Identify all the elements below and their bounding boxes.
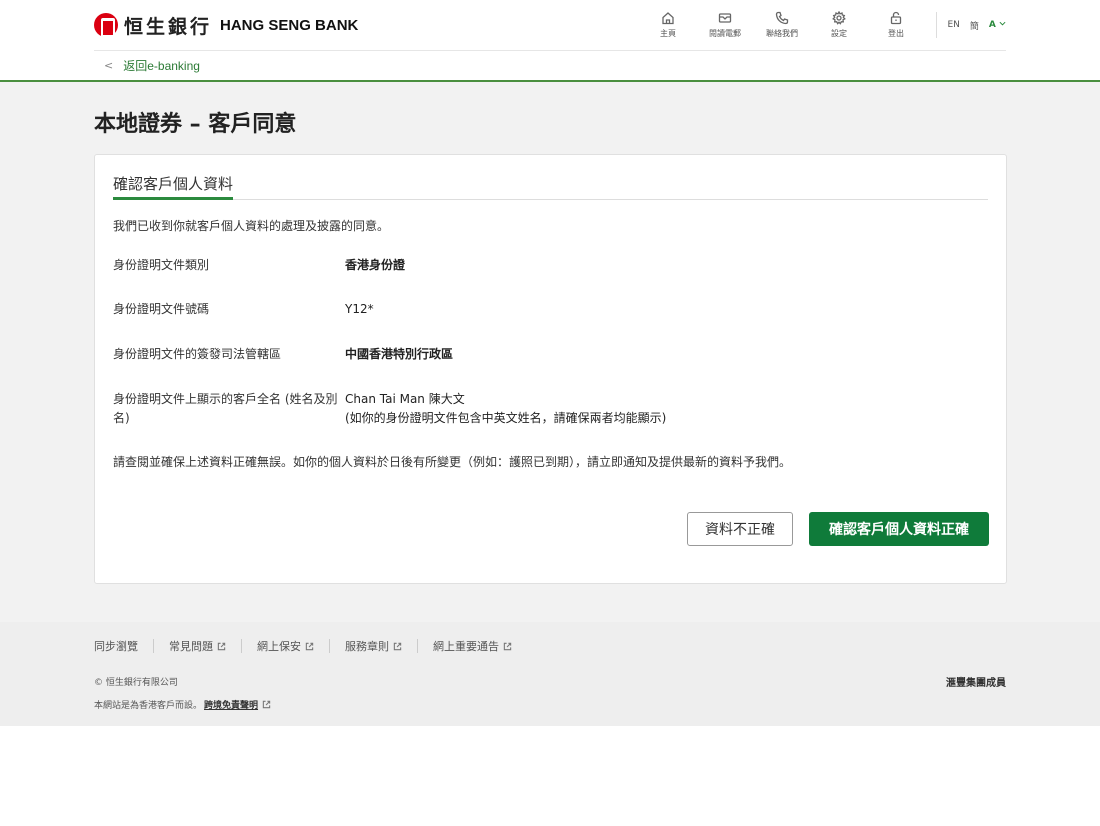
site-footer: 同步瀏覽 常見問題 網上保安 服務章則 網上重要通告 © 恒生銀行有限公司 滙豐… (0, 622, 1100, 726)
bank-logo[interactable]: 恒生銀行 HANG SENG BANK (94, 12, 358, 39)
footer-divider (241, 639, 242, 653)
info-label: 身份證明文件上顯示的客戶全名 (姓名及別名) (113, 392, 338, 425)
info-row-jurisdiction: 身份證明文件的簽發司法管轄區 中國香港特別行政區 (113, 345, 973, 364)
info-value: 香港身份證 (345, 258, 406, 272)
footer-links: 同步瀏覽 常見問題 網上保安 服務章則 網上重要通告 (94, 638, 512, 654)
nav-contact-label: 聯絡我們 (765, 29, 798, 38)
phone-icon (775, 11, 789, 25)
logo-text-zh: 恒生銀行 (124, 15, 213, 38)
info-row-id-number: 身份證明文件號碼 Y12* (113, 300, 973, 319)
copyright-text: © 恒生銀行有限公司 (94, 678, 178, 688)
footer-divider (329, 639, 330, 653)
chevron-down-icon (999, 21, 1006, 26)
cross-border-disclaimer-link[interactable]: 跨境免責聲明 (204, 698, 258, 711)
footer-link-security[interactable]: 網上保安 (257, 638, 314, 654)
logo-mark-icon (94, 13, 118, 37)
info-value-group: Chan Tai Man 陳大文 (如你的身份證明文件包含中英文姓名，請確保兩者… (345, 390, 666, 428)
nav-logout[interactable]: 登出 (867, 11, 924, 39)
footer-link-terms[interactable]: 服務章則 (345, 638, 402, 654)
site-header: 恒生銀行 HANG SENG BANK 主頁 閱讀電郵 聯絡我們 設定 登出 E… (0, 0, 1100, 82)
info-value: Y12* (345, 302, 374, 316)
lang-sc[interactable]: 簡 (970, 19, 979, 32)
lang-en[interactable]: EN (947, 20, 959, 30)
info-row-id-type: 身份證明文件類別 香港身份證 (113, 256, 973, 275)
data-incorrect-button[interactable]: 資料不正確 (687, 512, 793, 546)
logo-text-en: HANG SENG BANK (220, 16, 359, 34)
footer-link-label: 網上保安 (257, 640, 301, 653)
footer-link-label: 同步瀏覽 (94, 640, 138, 653)
gear-icon (832, 11, 846, 25)
lock-icon (890, 11, 902, 25)
nav-home-label: 主頁 (659, 29, 676, 38)
info-label: 身份證明文件的簽發司法管轄區 (113, 347, 282, 361)
font-size-toggle[interactable]: A (989, 20, 1006, 30)
nav-home[interactable]: 主頁 (639, 11, 696, 39)
disclaimer-row: 本網站是為香港客戶而設。 跨境免責聲明 (94, 698, 271, 711)
card-title: 確認客戶個人資料 (113, 173, 234, 200)
main-content: 本地證券 – 客戶同意 確認客戶個人資料 我們已收到你就客戶個人資料的處理及披露… (94, 106, 1007, 584)
info-value: 中國香港特別行政區 (345, 347, 454, 361)
footer-link-label: 網上重要通告 (433, 640, 499, 653)
info-value-note: (如你的身份證明文件包含中英文姓名，請確保兩者均能顯示) (345, 411, 667, 425)
external-link-icon (262, 700, 271, 709)
review-note: 請查閱並確保上述資料正確無誤。如你的個人資料於日後有所變更（例如：護照已到期），… (113, 455, 792, 469)
footer-link-label: 服務章則 (345, 640, 389, 653)
nav-mail[interactable]: 閱讀電郵 (696, 11, 753, 39)
external-link-icon (305, 642, 314, 650)
footer-link-notices[interactable]: 網上重要通告 (433, 638, 512, 654)
top-nav: 主頁 閱讀電郵 聯絡我們 設定 登出 EN 簡 A (639, 0, 1006, 51)
confirm-data-button[interactable]: 確認客戶個人資料正確 (809, 512, 989, 546)
chevron-left-icon: < (104, 59, 114, 72)
info-row-full-name: 身份證明文件上顯示的客戶全名 (姓名及別名) Chan Tai Man 陳大文 … (113, 390, 973, 428)
font-size-label: A (988, 20, 996, 30)
page-bottom-area (0, 726, 1100, 826)
footer-link-label: 常見問題 (169, 640, 213, 653)
footer-divider (417, 639, 418, 653)
external-link-icon (217, 642, 226, 650)
external-link-icon (393, 642, 402, 650)
info-value: Chan Tai Man 陳大文 (345, 392, 465, 406)
group-member-text: 滙豐集團成員 (946, 678, 1006, 689)
back-row: < 返回e-banking (94, 51, 1006, 80)
external-link-icon (503, 642, 512, 650)
nav-settings-label: 設定 (830, 29, 847, 38)
footer-divider (153, 639, 154, 653)
nav-mail-label: 閱讀電郵 (708, 29, 741, 38)
info-label: 身份證明文件類別 (113, 258, 210, 272)
info-label: 身份證明文件號碼 (113, 302, 210, 316)
footer-link-cobrowse[interactable]: 同步瀏覽 (94, 638, 138, 654)
intro-text: 我們已收到你就客戶個人資料的處理及披露的同意。 (113, 219, 390, 233)
language-switcher: EN 簡 A (947, 19, 1006, 32)
home-icon (662, 12, 674, 25)
nav-contact[interactable]: 聯絡我們 (753, 11, 810, 39)
back-to-ebanking-link[interactable]: 返回e-banking (123, 57, 200, 74)
page-title: 本地證券 – 客戶同意 (94, 112, 297, 137)
mail-icon (718, 13, 732, 23)
nav-settings[interactable]: 設定 (810, 11, 867, 39)
footer-link-faq[interactable]: 常見問題 (169, 638, 226, 654)
nav-divider (936, 12, 938, 38)
confirm-card: 確認客戶個人資料 我們已收到你就客戶個人資料的處理及披露的同意。 身份證明文件類… (94, 154, 1007, 584)
card-header: 確認客戶個人資料 (113, 173, 988, 200)
disclaimer-text: 本網站是為香港客戶而設。 (94, 701, 203, 711)
nav-logout-label: 登出 (887, 29, 904, 38)
